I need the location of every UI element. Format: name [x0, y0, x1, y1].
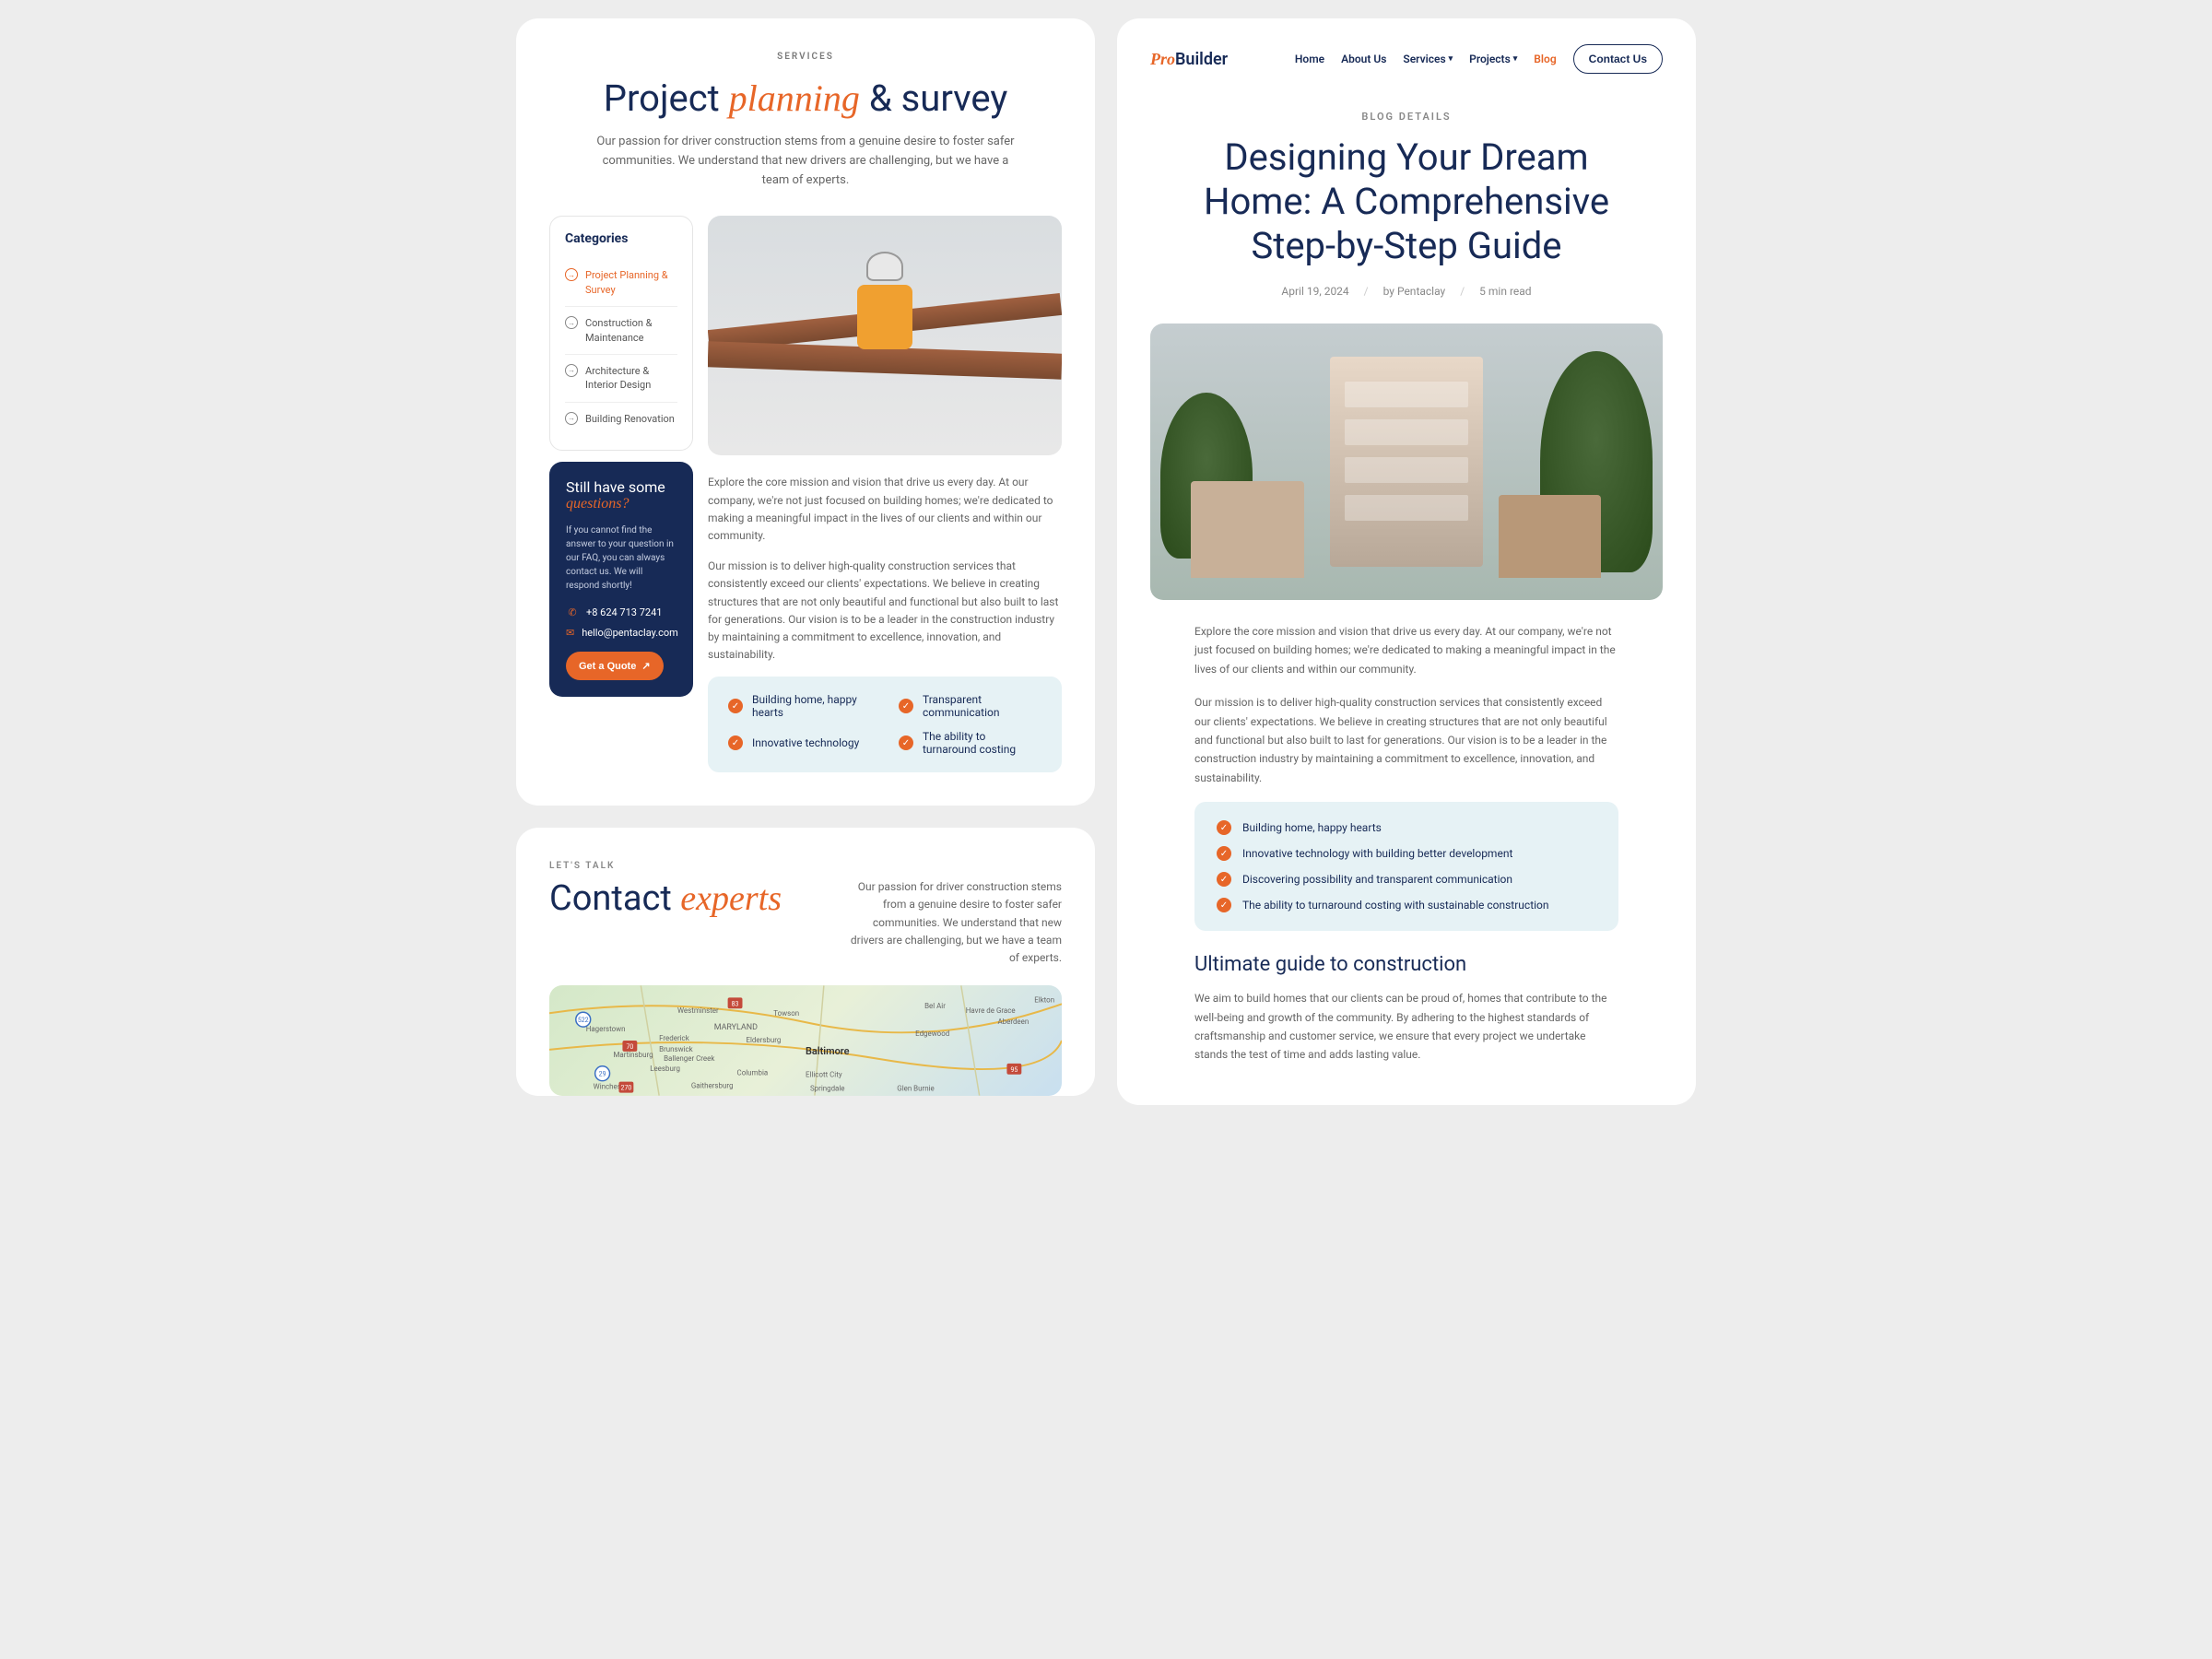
- blog-title: Designing Your Dream Home: A Comprehensi…: [1194, 135, 1618, 268]
- contact-eyebrow: LET'S TALK: [549, 861, 1062, 871]
- services-card: SERVICES Project planning & survey Our p…: [516, 18, 1095, 806]
- arrow-icon: ↗: [641, 660, 650, 672]
- svg-text:Westminster: Westminster: [677, 1006, 719, 1015]
- check-icon: ✓: [1217, 872, 1231, 887]
- feature-item: ✓The ability to turnaround costing: [899, 730, 1041, 756]
- map[interactable]: Baltimore MARYLAND Westminster Frederick Bel…: [549, 985, 1062, 1096]
- arrow-right-icon: →: [565, 364, 578, 377]
- check-icon: ✓: [728, 735, 743, 750]
- svg-text:Elkton: Elkton: [1034, 996, 1054, 1005]
- email-contact[interactable]: ✉hello@pentaclay.com: [566, 626, 677, 639]
- check-icon: ✓: [1217, 846, 1231, 861]
- blog-feature-item: ✓The ability to turnaround costing with …: [1217, 898, 1596, 912]
- nav-blog[interactable]: Blog: [1534, 53, 1556, 65]
- check-icon: ✓: [1217, 820, 1231, 835]
- svg-text:Ballenger Creek: Ballenger Creek: [664, 1054, 715, 1063]
- blog-para-1: Explore the core mission and vision that…: [1194, 622, 1618, 678]
- svg-text:522: 522: [578, 1017, 589, 1024]
- get-quote-button[interactable]: Get a Quote↗: [566, 652, 664, 680]
- logo[interactable]: ProBuilder: [1150, 50, 1228, 69]
- category-item-construction[interactable]: →Construction & Maintenance: [565, 307, 677, 355]
- feature-item: ✓Transparent communication: [899, 693, 1041, 719]
- nav-home[interactable]: Home: [1295, 53, 1324, 65]
- nav-projects[interactable]: Projects▾: [1469, 53, 1517, 65]
- services-para-1: Explore the core mission and vision that…: [708, 474, 1062, 545]
- svg-text:Columbia: Columbia: [737, 1069, 769, 1077]
- questions-box: Still have some questions? If you cannot…: [549, 462, 693, 697]
- svg-text:Frederick: Frederick: [659, 1034, 690, 1042]
- categories-box: Categories →Project Planning & Survey →C…: [549, 216, 693, 451]
- contact-title: Contact experts: [549, 878, 782, 919]
- svg-text:Glen Burnie: Glen Burnie: [897, 1085, 934, 1093]
- svg-text:270: 270: [621, 1085, 632, 1092]
- svg-text:83: 83: [732, 1000, 739, 1007]
- chevron-down-icon: ▾: [1449, 54, 1453, 64]
- blog-para-3: We aim to build homes that our clients c…: [1194, 989, 1618, 1065]
- svg-text:29: 29: [599, 1071, 606, 1078]
- features-box: ✓Building home, happy hearts ✓Transparen…: [708, 677, 1062, 772]
- feature-item: ✓Innovative technology: [728, 730, 871, 756]
- arrow-right-icon: →: [565, 268, 578, 281]
- svg-text:Gaithersburg: Gaithersburg: [691, 1082, 734, 1090]
- contact-us-button[interactable]: Contact Us: [1573, 44, 1663, 74]
- svg-text:Edgewood: Edgewood: [915, 1030, 949, 1038]
- blog-author: by Pentaclay: [1383, 285, 1446, 298]
- arrow-right-icon: →: [565, 316, 578, 329]
- blog-eyebrow: BLOG DETAILS: [1150, 111, 1663, 123]
- feature-item: ✓Building home, happy hearts: [728, 693, 871, 719]
- blog-feature-item: ✓Innovative technology with building bet…: [1217, 846, 1596, 861]
- svg-text:MARYLAND: MARYLAND: [714, 1023, 758, 1032]
- blog-card: ProBuilder Home About Us Services▾ Proje…: [1117, 18, 1696, 1105]
- categories-title: Categories: [565, 231, 677, 246]
- check-icon: ✓: [899, 735, 913, 750]
- svg-text:Hagerstown: Hagerstown: [586, 1025, 626, 1033]
- category-item-architecture[interactable]: →Architecture & Interior Design: [565, 355, 677, 403]
- blog-meta: April 19, 2024 / by Pentaclay / 5 min re…: [1150, 285, 1663, 298]
- blog-features-box: ✓Building home, happy hearts ✓Innovative…: [1194, 802, 1618, 931]
- svg-text:Springdale: Springdale: [810, 1085, 845, 1093]
- services-image: [708, 216, 1062, 455]
- category-item-planning[interactable]: →Project Planning & Survey: [565, 259, 677, 307]
- services-desc: Our passion for driver construction stem…: [594, 133, 1018, 190]
- blog-para-2: Our mission is to deliver high-quality c…: [1194, 693, 1618, 787]
- svg-text:Leesburg: Leesburg: [650, 1065, 680, 1073]
- blog-feature-item: ✓Building home, happy hearts: [1217, 820, 1596, 835]
- svg-text:Havre de Grace: Havre de Grace: [966, 1006, 1016, 1015]
- arrow-right-icon: →: [565, 412, 578, 425]
- svg-text:Brunswick: Brunswick: [659, 1045, 694, 1053]
- chevron-down-icon: ▾: [1513, 54, 1518, 64]
- blog-date: April 19, 2024: [1281, 285, 1348, 298]
- nav-bar: ProBuilder Home About Us Services▾ Proje…: [1150, 44, 1663, 74]
- phone-icon: ✆: [566, 606, 579, 618]
- svg-text:Baltimore: Baltimore: [806, 1045, 850, 1057]
- category-item-renovation[interactable]: →Building Renovation: [565, 403, 677, 435]
- contact-card: LET'S TALK Contact experts Our passion f…: [516, 828, 1095, 1096]
- services-title: Project planning & survey: [549, 76, 1062, 120]
- svg-text:Ellicott City: Ellicott City: [806, 1071, 842, 1079]
- check-icon: ✓: [899, 699, 913, 713]
- blog-feature-item: ✓Discovering possibility and transparent…: [1217, 872, 1596, 887]
- check-icon: ✓: [1217, 898, 1231, 912]
- mail-icon: ✉: [566, 626, 574, 639]
- svg-text:Aberdeen: Aberdeen: [998, 1018, 1030, 1026]
- nav-about[interactable]: About Us: [1341, 53, 1386, 65]
- svg-text:Martinsburg: Martinsburg: [614, 1051, 653, 1059]
- blog-hero-image: [1150, 324, 1663, 600]
- contact-desc: Our passion for driver construction stem…: [841, 878, 1062, 967]
- svg-text:Eldersburg: Eldersburg: [746, 1036, 781, 1044]
- phone-contact[interactable]: ✆+8 624 713 7241: [566, 606, 677, 618]
- questions-title-1: Still have some: [566, 478, 677, 496]
- svg-text:95: 95: [1010, 1066, 1018, 1074]
- questions-desc: If you cannot find the answer to your qu…: [566, 524, 677, 593]
- svg-text:Towson: Towson: [773, 1009, 799, 1018]
- svg-text:Bel Air: Bel Air: [924, 1002, 946, 1010]
- svg-text:70: 70: [626, 1043, 633, 1051]
- nav-services[interactable]: Services▾: [1403, 53, 1453, 65]
- services-para-2: Our mission is to deliver high-quality c…: [708, 558, 1062, 664]
- questions-title-2: questions?: [566, 496, 677, 512]
- services-eyebrow: SERVICES: [549, 52, 1062, 62]
- blog-h3: Ultimate guide to construction: [1194, 953, 1618, 976]
- check-icon: ✓: [728, 699, 743, 713]
- blog-readtime: 5 min read: [1479, 285, 1531, 298]
